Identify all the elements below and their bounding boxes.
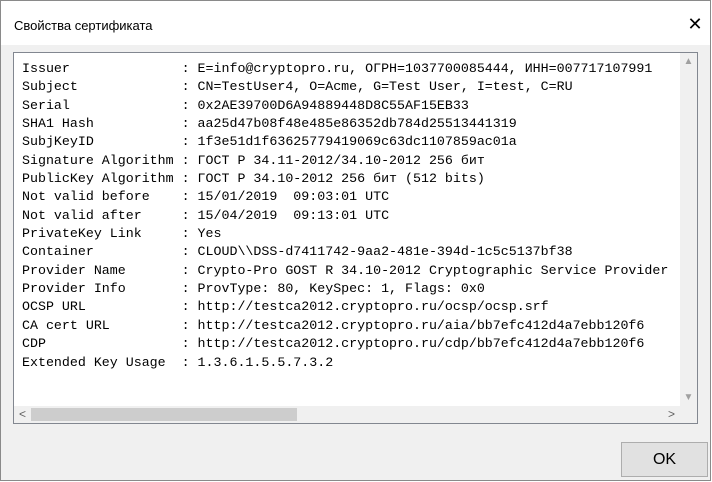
horizontal-scrollbar[interactable]: < > — [14, 406, 680, 423]
certificate-field-row: Extended Key Usage : 1.3.6.1.5.5.7.3.2 — [22, 354, 334, 370]
certificate-field-row: SHA1 Hash : aa25d47b08f48e485e86352db784… — [22, 116, 517, 132]
horizontal-scroll-thumb[interactable] — [31, 408, 297, 421]
certificate-field-row: PrivateKey Link : Yes — [22, 226, 222, 242]
certificate-field-row: OCSP URL : http://testca2012.cryptopro.r… — [22, 299, 549, 315]
certificate-details-textbox[interactable]: Issuer : E=info@cryptopro.ru, ОГРН=10377… — [13, 52, 698, 424]
certificate-details-text: Issuer : E=info@cryptopro.ru, ОГРН=10377… — [22, 60, 679, 405]
close-button[interactable]: ✕ — [682, 12, 708, 36]
certificate-field-row: Container : CLOUD\\DSS-d7411742-9aa2-481… — [22, 244, 573, 260]
scrollbar-corner — [680, 406, 697, 423]
window-title: Свойства сертификата — [14, 18, 153, 33]
certificate-field-row: CA cert URL : http://testca2012.cryptopr… — [22, 317, 645, 333]
chevron-up-icon[interactable]: ▲ — [680, 53, 697, 70]
certificate-field-row: Serial : 0x2AE39700D6A94889448D8C55AF15E… — [22, 97, 469, 113]
chevron-left-icon[interactable]: < — [14, 406, 31, 423]
certificate-field-row: CDP : http://testca2012.cryptopro.ru/cdp… — [22, 336, 645, 352]
certificate-field-row: PublicKey Algorithm : ГОСТ Р 34.10-2012 … — [22, 171, 485, 187]
chevron-down-icon[interactable]: ▼ — [680, 389, 697, 406]
certificate-field-row: Signature Algorithm : ГОСТ Р 34.11-2012/… — [22, 152, 485, 168]
certificate-field-row: Not valid before : 15/01/2019 09:03:01 U… — [22, 189, 390, 205]
certificate-field-row: Not valid after : 15/04/2019 09:13:01 UT… — [22, 207, 390, 223]
certificate-field-row: Provider Name : Crypto-Pro GOST R 34.10-… — [22, 262, 669, 278]
certificate-field-row: Subject : CN=TestUser4, O=Acme, G=Test U… — [22, 79, 573, 95]
vertical-scrollbar[interactable]: ▲ ▼ — [680, 53, 697, 406]
chevron-right-icon[interactable]: > — [663, 406, 680, 423]
title-bar: Свойства сертификата ✕ — [1, 1, 710, 45]
certificate-field-row: Issuer : E=info@cryptopro.ru, ОГРН=10377… — [22, 61, 653, 76]
certificate-properties-dialog: Свойства сертификата ✕ Issuer : E=info@c… — [0, 0, 711, 481]
ok-button[interactable]: OK — [621, 442, 708, 477]
certificate-field-row: SubjKeyID : 1f3e51d1f63625779419069c63dc… — [22, 134, 517, 150]
certificate-field-row: Provider Info : ProvType: 80, KeySpec: 1… — [22, 281, 485, 297]
